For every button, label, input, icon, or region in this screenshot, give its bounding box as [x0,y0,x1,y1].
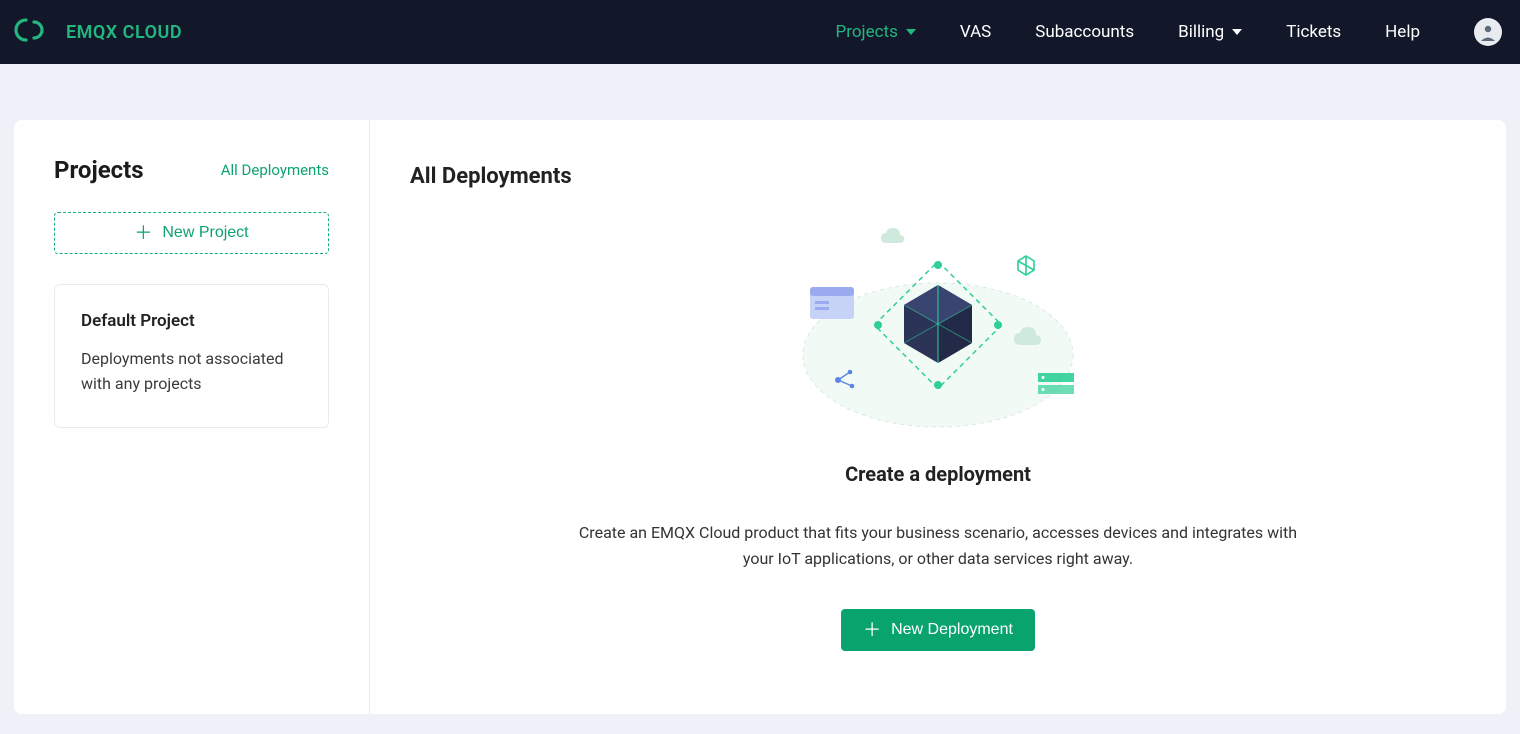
brand-name: EMQX CLOUD [66,22,182,43]
all-deployments-link[interactable]: All Deployments [221,161,329,179]
nav-tickets[interactable]: Tickets [1286,22,1341,42]
brand[interactable]: EMQX CLOUD [10,16,182,48]
sidebar-head: Projects All Deployments [54,156,329,184]
nav-help[interactable]: Help [1385,22,1420,42]
nav-billing[interactable]: Billing [1178,22,1242,42]
project-card-title: Default Project [81,311,302,331]
nav-projects-label: Projects [836,22,898,42]
nav-links: Projects VAS Subaccounts Billing Tickets… [836,18,1502,46]
page-title: All Deployments [410,164,1466,189]
new-project-button[interactable]: ＋ New Project [54,212,329,254]
empty-heading: Create a deployment [845,462,1031,486]
content: Projects All Deployments ＋ New Project D… [0,64,1520,734]
sidebar: Projects All Deployments ＋ New Project D… [14,120,370,714]
deployment-illustration [788,225,1088,444]
plus-icon: ＋ [863,621,881,639]
plus-icon: ＋ [134,224,152,242]
nav-billing-label: Billing [1178,22,1224,42]
main: All Deployments [370,120,1506,714]
nav-vas[interactable]: VAS [960,22,991,42]
empty-desc: Create an EMQX Cloud product that fits y… [578,520,1298,571]
project-card-default[interactable]: Default Project Deployments not associat… [54,284,329,428]
brand-logo-icon [10,16,52,48]
user-avatar[interactable] [1474,18,1502,46]
nav-subaccounts[interactable]: Subaccounts [1035,22,1134,42]
new-deployment-label: New Deployment [891,621,1013,639]
sidebar-title: Projects [54,156,144,184]
panel: Projects All Deployments ＋ New Project D… [14,120,1506,714]
empty-state: Create a deployment Create an EMQX Cloud… [410,219,1466,651]
nav-projects[interactable]: Projects [836,22,916,42]
chevron-down-icon [1232,29,1242,35]
top-nav: EMQX CLOUD Projects VAS Subaccounts Bill… [0,0,1520,64]
chevron-down-icon [906,29,916,35]
avatar-icon [1477,21,1499,43]
project-card-desc: Deployments not associated with any proj… [81,347,302,397]
new-project-label: New Project [162,224,248,242]
new-deployment-button[interactable]: ＋ New Deployment [841,609,1035,651]
